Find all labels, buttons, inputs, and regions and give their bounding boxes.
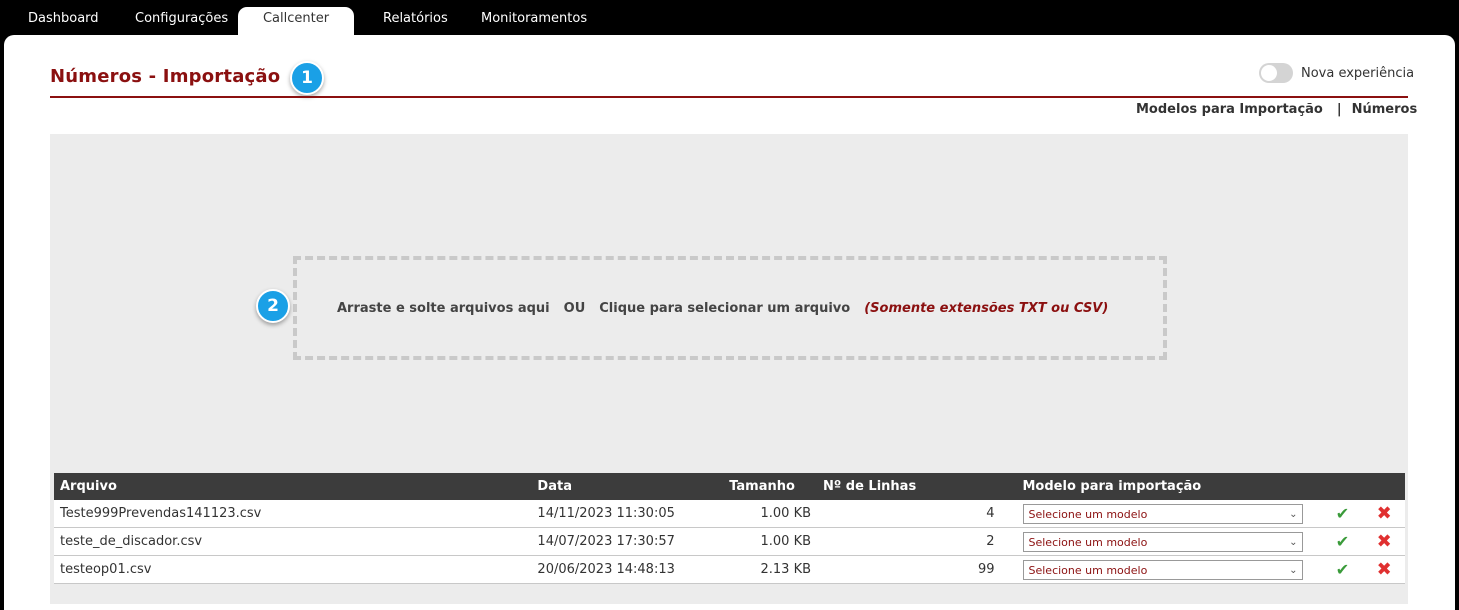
cell-linhas: 99 xyxy=(817,555,1001,584)
modelo-select[interactable]: Selecione um modelo ⌄ xyxy=(1022,503,1303,524)
top-navigation: Dashboard Configurações Callcenter Relat… xyxy=(0,0,1459,36)
cell-arquivo: teste_de_discador.csv xyxy=(54,527,532,556)
table-row: teste_de_discador.csv 14/07/2023 17:30:5… xyxy=(54,527,1405,556)
header-confirm xyxy=(1321,473,1364,500)
cell-delete: ✖ xyxy=(1363,500,1405,528)
header-modelo: Modelo para importação xyxy=(1000,473,1322,500)
nova-experiencia-toggle[interactable] xyxy=(1259,63,1293,83)
cell-confirm: ✔ xyxy=(1321,500,1364,528)
cell-data: 14/11/2023 11:30:05 xyxy=(531,500,724,528)
cell-modelo: Selecione um modelo ⌄ xyxy=(1000,527,1322,556)
modelo-select[interactable]: Selecione um modelo ⌄ xyxy=(1022,531,1303,552)
header-data: Data xyxy=(531,473,724,500)
select-file-link[interactable]: Clique para selecionar um arquivo xyxy=(599,301,850,316)
files-table: Arquivo Data Tamanho Nº de Linhas Modelo… xyxy=(54,473,1405,584)
title-divider xyxy=(50,96,1408,98)
link-modelos-importacao[interactable]: Modelos para Importação xyxy=(1136,102,1323,117)
cell-arquivo: Teste999Prevendas141123.csv xyxy=(54,500,532,528)
table-row: Teste999Prevendas141123.csv 14/11/2023 1… xyxy=(54,500,1405,528)
cell-linhas: 2 xyxy=(817,527,1001,556)
modelo-select-value: Selecione um modelo xyxy=(1028,563,1148,577)
header-arquivo: Arquivo xyxy=(54,473,532,500)
table-header-row: Arquivo Data Tamanho Nº de Linhas Modelo… xyxy=(54,473,1405,500)
link-numeros[interactable]: Números xyxy=(1352,102,1418,117)
cell-tamanho: 1.00 KB xyxy=(723,500,818,528)
file-dropzone[interactable]: Arraste e solte arquivos aqui OU Clique pa… xyxy=(293,256,1167,360)
cell-confirm: ✔ xyxy=(1321,527,1364,556)
tab-dashboard[interactable]: Dashboard xyxy=(28,0,99,36)
sub-navigation: Modelos para Importação | Números xyxy=(1136,102,1417,117)
cell-data: 20/06/2023 14:48:13 xyxy=(531,555,724,584)
close-icon[interactable]: ✖ xyxy=(1377,503,1392,524)
header-delete xyxy=(1363,473,1405,500)
check-icon[interactable]: ✔ xyxy=(1336,504,1349,523)
cell-modelo: Selecione um modelo ⌄ xyxy=(1000,500,1322,528)
cell-linhas: 4 xyxy=(817,500,1001,528)
chevron-down-icon: ⌄ xyxy=(1289,536,1298,548)
header-linhas: Nº de Linhas xyxy=(817,473,1001,500)
chevron-down-icon: ⌄ xyxy=(1289,564,1298,576)
dropzone-text: Arraste e solte arquivos aqui OU Clique pa… xyxy=(337,301,1108,316)
cell-delete: ✖ xyxy=(1363,527,1405,556)
cell-confirm: ✔ xyxy=(1321,555,1364,584)
check-icon[interactable]: ✔ xyxy=(1336,532,1349,551)
toggle-knob xyxy=(1261,65,1277,81)
cell-modelo: Selecione um modelo ⌄ xyxy=(1000,555,1322,584)
chevron-down-icon: ⌄ xyxy=(1289,508,1298,520)
modelo-select-value: Selecione um modelo xyxy=(1028,507,1148,521)
header-tamanho: Tamanho xyxy=(723,473,818,500)
close-icon[interactable]: ✖ xyxy=(1377,531,1392,552)
cell-tamanho: 2.13 KB xyxy=(723,555,818,584)
step-badge-1: 1 xyxy=(290,61,324,95)
cell-delete: ✖ xyxy=(1363,555,1405,584)
toggle-label: Nova experiência xyxy=(1301,66,1415,81)
close-icon[interactable]: ✖ xyxy=(1377,559,1392,580)
tab-configuracoes[interactable]: Configurações xyxy=(135,0,228,36)
check-icon[interactable]: ✔ xyxy=(1336,560,1349,579)
main-panel: Números - Importação 1 Nova experiência … xyxy=(4,35,1455,610)
drag-drop-text: Arraste e solte arquivos aqui xyxy=(337,301,550,316)
page-title: Números - Importação xyxy=(50,66,281,87)
tab-monitoramentos[interactable]: Monitoramentos xyxy=(481,0,587,36)
table-row: testeop01.csv 20/06/2023 14:48:13 2.13 K… xyxy=(54,555,1405,584)
tab-callcenter[interactable]: Callcenter xyxy=(238,7,354,36)
cell-tamanho: 1.00 KB xyxy=(723,527,818,556)
cell-arquivo: testeop01.csv xyxy=(54,555,532,584)
tab-relatorios[interactable]: Relatórios xyxy=(383,0,448,36)
cell-data: 14/07/2023 17:30:57 xyxy=(531,527,724,556)
link-separator: | xyxy=(1336,102,1342,117)
modelo-select-value: Selecione um modelo xyxy=(1028,535,1148,549)
extension-hint: (Somente extensões TXT ou CSV) xyxy=(864,301,1109,316)
or-text: OU xyxy=(563,301,586,316)
step-badge-2: 2 xyxy=(256,289,290,323)
modelo-select[interactable]: Selecione um modelo ⌄ xyxy=(1022,559,1303,580)
